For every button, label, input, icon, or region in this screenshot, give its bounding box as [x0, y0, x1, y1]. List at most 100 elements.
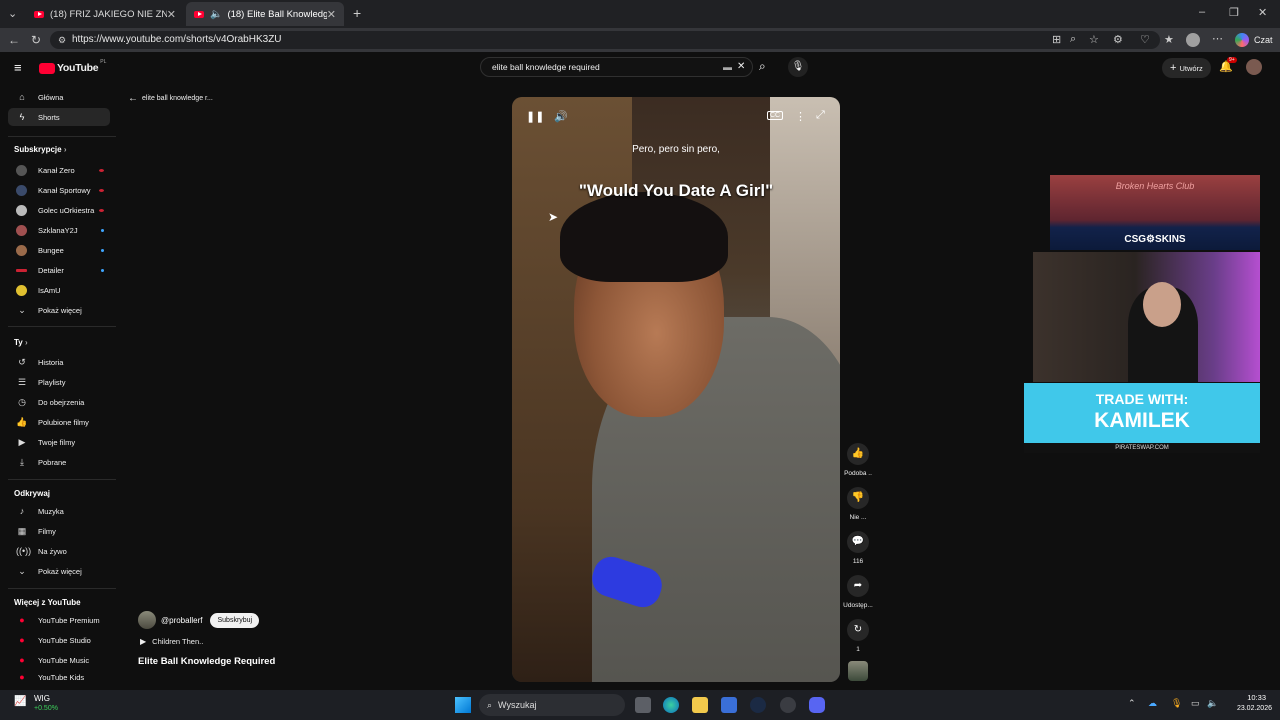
windows-start-icon[interactable]	[455, 697, 471, 713]
sidebar-item-home[interactable]: ⌂ Główna	[8, 88, 110, 106]
remix-button[interactable]: ↻ 1	[843, 619, 873, 653]
url-field[interactable]: ⚙ https://www.youtube.com/shorts/v4OrabH…	[50, 31, 1160, 49]
show-more-discover[interactable]: ⌄ Pokaż więcej	[8, 562, 110, 580]
sidebar-item-subscription[interactable]: Kanał Zero	[8, 161, 110, 179]
tab-close-icon[interactable]: ✕	[167, 8, 176, 21]
clock-time[interactable]: 10:33	[1226, 693, 1266, 702]
favorite-star-icon[interactable]: ☆	[1089, 33, 1099, 46]
sidebar-item-youtube-music[interactable]: ● YouTube Music	[8, 651, 110, 669]
subscribe-button[interactable]: Subskrybuj	[210, 612, 260, 628]
sidebar-divider	[8, 326, 116, 327]
tab-close-icon[interactable]: ✕	[327, 8, 336, 21]
task-view-icon[interactable]	[635, 697, 651, 713]
voice-search-icon[interactable]: 🎙	[788, 57, 808, 77]
cloud-icon[interactable]: ☁	[1148, 698, 1157, 709]
sidebar-item-liked[interactable]: 👍 Polubione filmy	[8, 413, 110, 431]
show-more-subscriptions[interactable]: ⌄ Pokaż więcej	[8, 301, 110, 319]
sidebar-item-shorts[interactable]: ϟ Shorts	[8, 108, 110, 126]
comments-button[interactable]: 💬 116	[843, 531, 873, 565]
sidebar-item-youtube-premium[interactable]: ● YouTube Premium	[8, 611, 110, 629]
captions-icon[interactable]: CC	[767, 111, 784, 120]
app-icon[interactable]	[780, 697, 796, 713]
remix-icon: ↻	[847, 619, 869, 641]
volume-icon[interactable]: 🔈	[1207, 698, 1218, 709]
sidebar-item-youtube-kids[interactable]: ● YouTube Kids	[8, 671, 110, 683]
microsoft-store-icon[interactable]	[721, 697, 737, 713]
sidebar-item-subscription[interactable]: Golec uOrkiestra	[8, 201, 110, 219]
browser-tab-1[interactable]: (18) FRIZ JAKIEGO NIE ZNACIE! - Y ✕	[26, 2, 184, 26]
sidebar-item-live[interactable]: ((•)) Na żywo	[8, 542, 110, 560]
sidebar-divider	[8, 136, 116, 137]
restore-icon[interactable]: ❐	[1229, 6, 1239, 19]
more-options-icon[interactable]: ⋮	[795, 110, 806, 123]
collections-icon[interactable]: ★	[1164, 33, 1174, 46]
search-input[interactable]: elite ball knowledge required ▬ ✕	[480, 57, 753, 77]
search-button-icon[interactable]: ⌕	[759, 59, 766, 74]
sidebar-item-movies[interactable]: ▦ Filmy	[8, 522, 110, 540]
clock-date[interactable]: 23.02.2026	[1222, 705, 1272, 712]
subscriptions-heading[interactable]: Subskrypcje ›	[14, 145, 66, 154]
pause-icon[interactable]: ❚❚	[526, 110, 544, 123]
sidebar-item-history[interactable]: ↺ Historia	[8, 353, 110, 371]
keyboard-icon[interactable]: ▬	[723, 58, 732, 76]
sidebar-item-youtube-studio[interactable]: ● YouTube Studio	[8, 631, 110, 649]
account-avatar[interactable]	[1246, 59, 1262, 75]
sidebar-item-playlists[interactable]: ☰ Playlisty	[8, 373, 110, 391]
clear-search-icon[interactable]: ✕	[737, 58, 745, 76]
sidebar-item-subscription[interactable]: Kanał Sportowy	[8, 181, 110, 199]
file-explorer-icon[interactable]	[692, 697, 708, 713]
copilot-chat-label[interactable]: Czat	[1254, 35, 1273, 45]
extensions-icon[interactable]: ⚙	[1113, 33, 1123, 46]
tray-chevron-icon[interactable]: ⌃	[1128, 698, 1136, 709]
stock-name[interactable]: WIG	[34, 694, 50, 703]
volume-icon[interactable]: 🔊	[554, 110, 568, 123]
channel-handle[interactable]: @proballerf	[161, 616, 202, 625]
sidebar-item-subscription[interactable]: IsAmU	[8, 281, 110, 299]
sidebar-item-label: Do obejrzenia	[38, 397, 85, 407]
minimize-icon[interactable]: –	[1199, 6, 1205, 18]
dislike-button[interactable]: 👎 Nie ...	[843, 487, 873, 521]
shorts-video-player[interactable]: ❚❚ 🔊 CC ⋮ ⤢ Pero, pero sin pero, "Would …	[512, 97, 840, 682]
sidebar-item-subscription[interactable]: Detailer	[8, 261, 110, 279]
share-button[interactable]: ➦ Udostęp...	[843, 575, 873, 609]
hamburger-menu-icon[interactable]: ≡	[14, 60, 22, 75]
sidebar-item-subscription[interactable]: Bungee	[8, 241, 110, 259]
sidebar-item-subscription[interactable]: SzklanaY2J	[8, 221, 110, 239]
fullscreen-icon[interactable]: ⤢	[816, 109, 825, 122]
sound-link[interactable]: ▶ Children Then..	[140, 637, 203, 646]
reload-icon[interactable]: ↻	[31, 33, 41, 47]
sound-thumbnail[interactable]	[848, 661, 868, 681]
channel-avatar[interactable]	[138, 611, 156, 629]
copilot-icon[interactable]	[1235, 33, 1249, 47]
microphone-icon[interactable]: 🎙	[1171, 698, 1182, 709]
speaker-icon[interactable]: 🔈	[210, 9, 222, 20]
browser-tab-2[interactable]: 🔈 (18) Elite Ball Knowledge Requ ✕	[186, 2, 344, 26]
window-close-icon[interactable]: ✕	[1258, 6, 1267, 19]
sidebar-item-watch-later[interactable]: ◷ Do obejrzenia	[8, 393, 110, 411]
zoom-icon[interactable]: ⌕	[1070, 33, 1076, 46]
tab-list-chevron-icon[interactable]: ⌄	[8, 7, 17, 20]
youtube-logo[interactable]: YouTube PL	[39, 59, 106, 74]
edge-browser-icon[interactable]	[663, 697, 679, 713]
sidebar-item-downloads[interactable]: ⤓ Pobrane	[8, 453, 110, 471]
channel-name: IsAmU	[38, 285, 61, 295]
sidebar-item-music[interactable]: ♪ Muzyka	[8, 502, 110, 520]
taskbar-search-box[interactable]: ⌕ Wyszukaj	[479, 694, 625, 716]
sidebar-item-your-videos[interactable]: ▶ Twoje filmy	[8, 433, 110, 451]
clock-icon: ◷	[18, 396, 26, 407]
monitor-icon[interactable]: ▭	[1191, 698, 1200, 709]
install-app-icon[interactable]: ⊞	[1052, 33, 1061, 46]
more-menu-icon[interactable]: ⋯	[1212, 32, 1223, 45]
steam-icon[interactable]	[750, 697, 766, 713]
profile-avatar[interactable]	[1186, 33, 1200, 47]
discord-icon[interactable]	[809, 697, 825, 713]
new-tab-icon[interactable]: +	[353, 5, 361, 21]
back-arrow-icon[interactable]: ←	[8, 33, 20, 47]
like-button[interactable]: 👍 Podoba ..	[843, 443, 873, 477]
new-content-dot	[101, 228, 104, 232]
back-to-search-link[interactable]: ← elite ball knowledge r...	[128, 93, 213, 104]
performance-icon[interactable]: ♡	[1140, 33, 1150, 46]
create-button[interactable]: + Utwórz	[1162, 58, 1211, 78]
site-info-icon[interactable]: ⚙	[58, 31, 66, 49]
you-heading[interactable]: Ty ›	[14, 338, 28, 347]
